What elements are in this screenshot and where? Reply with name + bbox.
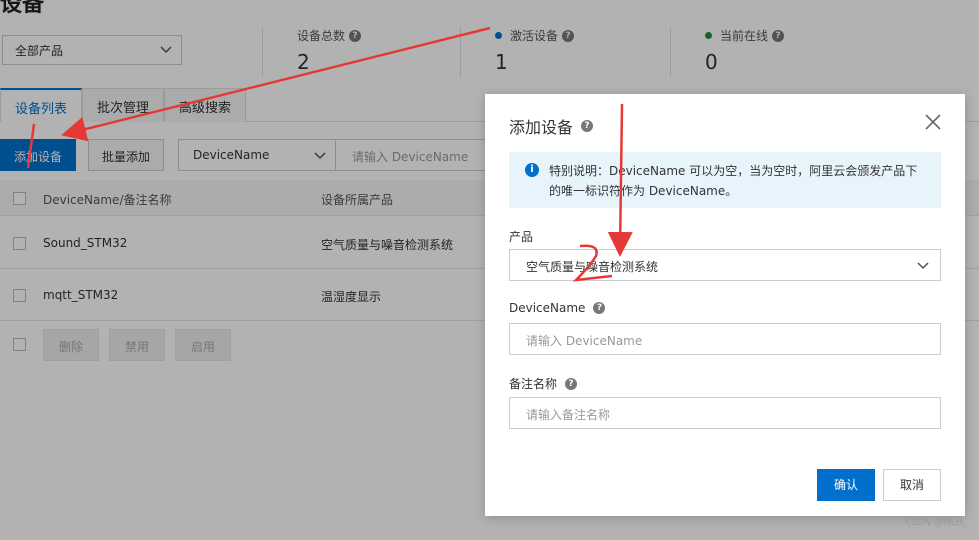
product-select[interactable]: 空气质量与噪音检测系统 <box>509 249 941 281</box>
info-notice: i 特别说明：DeviceName 可以为空，当为空时，阿里云会颁发产品下的唯一… <box>509 152 941 208</box>
help-icon[interactable]: ? <box>593 302 606 314</box>
close-icon[interactable] <box>923 112 943 132</box>
cancel-button[interactable]: 取消 <box>883 469 941 501</box>
remark-input[interactable]: 请输入备注名称 <box>509 397 941 429</box>
help-icon[interactable]: ? <box>581 120 594 132</box>
watermark: CSDN @MLH_ <box>905 518 967 528</box>
remark-label: 备注名称 ? <box>509 375 578 392</box>
devicename-label: DeviceName ? <box>509 301 606 315</box>
product-label: 产品 <box>509 230 534 244</box>
help-icon[interactable]: ? <box>565 377 578 390</box>
remark-label-text: 备注名称 <box>509 377 558 391</box>
chevron-down-icon <box>917 262 929 270</box>
dialog-title-text: 添加设备 <box>509 118 574 137</box>
devicename-input[interactable]: 请输入 DeviceName <box>509 323 941 355</box>
devicename-label-text: DeviceName <box>509 301 586 315</box>
dialog-title: 添加设备 ? <box>509 114 594 138</box>
add-device-dialog: 添加设备 ? i 特别说明：DeviceName 可以为空，当为空时，阿里云会颁… <box>485 94 965 516</box>
confirm-button[interactable]: 确认 <box>817 469 875 501</box>
product-select-value: 空气质量与噪音检测系统 <box>526 260 659 274</box>
info-icon: i <box>525 163 539 177</box>
info-notice-text: 特别说明：DeviceName 可以为空，当为空时，阿里云会颁发产品下的唯一标识… <box>549 164 918 198</box>
